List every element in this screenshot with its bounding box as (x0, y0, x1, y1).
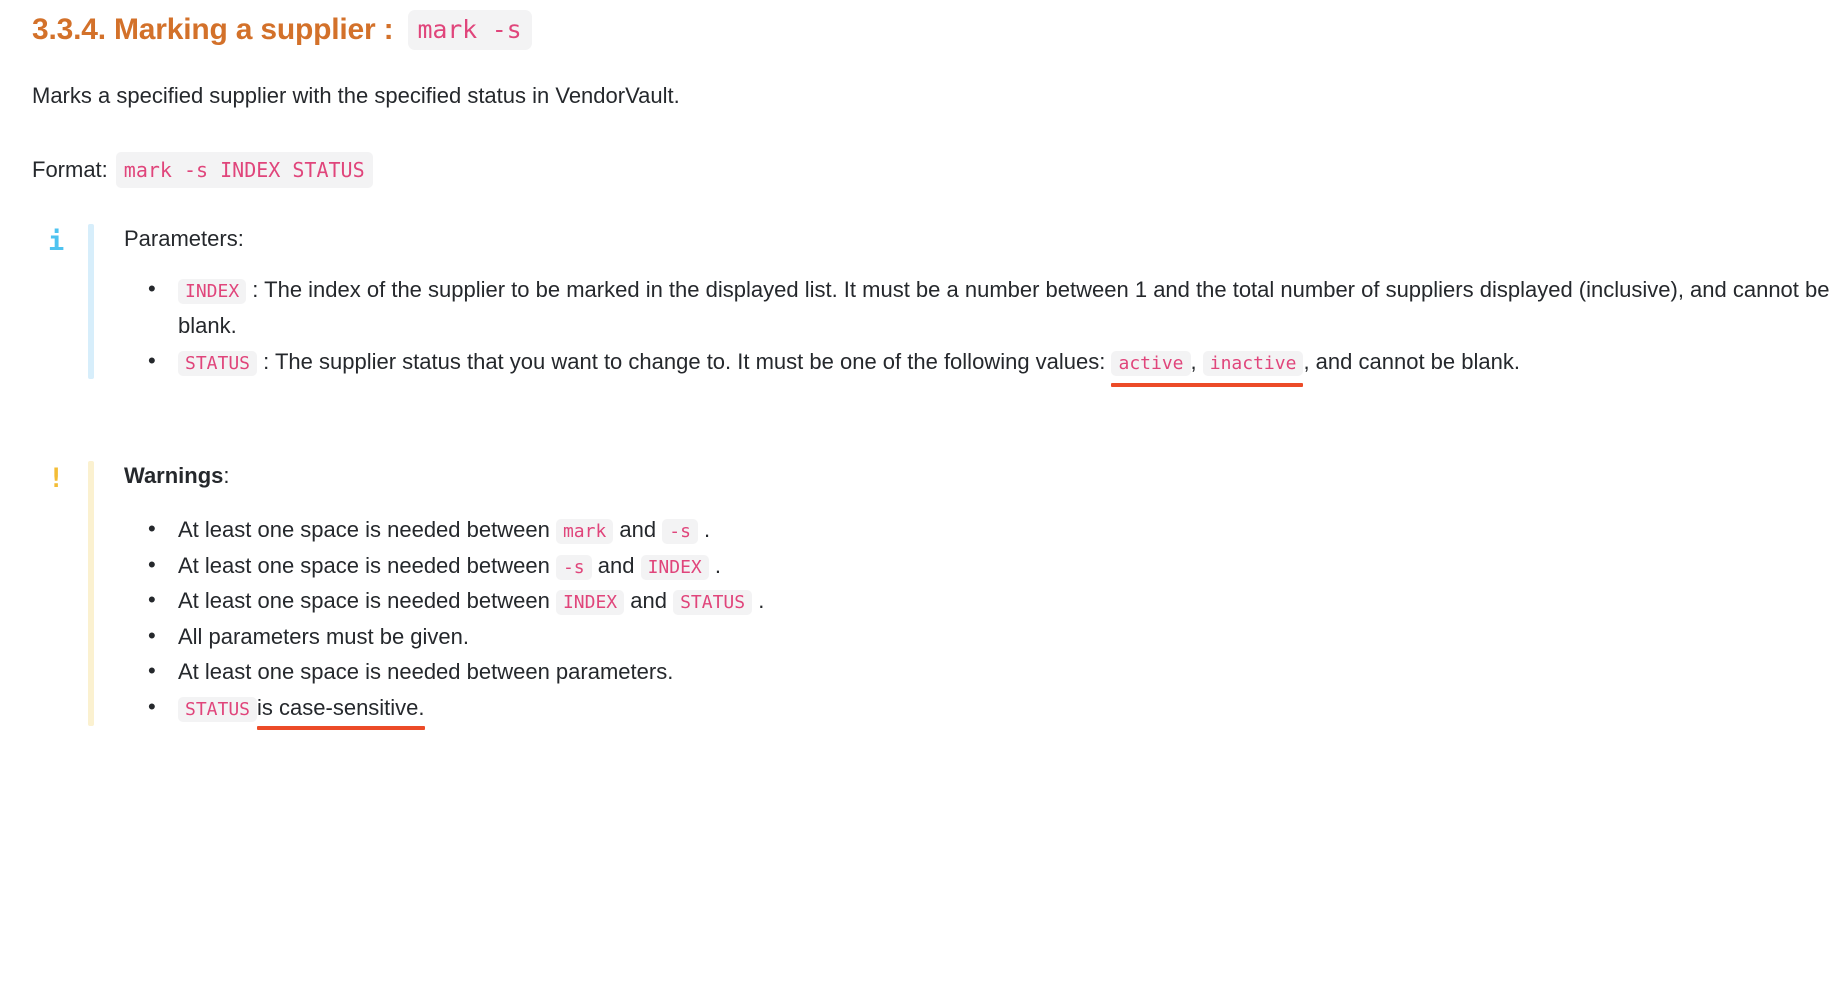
warn-1-code-2: -s (662, 518, 698, 544)
warn-3-mid: and (624, 588, 674, 614)
format-code: mark -s INDEX STATUS (115, 151, 373, 188)
warn-2-suffix: . (708, 552, 721, 578)
list-item: STATUS is case-sensitive. (148, 689, 1846, 730)
value-separator: , (1190, 348, 1203, 374)
warn-2-mid: and (591, 552, 641, 578)
list-item: At least one space is needed between par… (148, 653, 1846, 690)
param-status-code: STATUS (178, 350, 258, 376)
page-title: 3.3.4. Marking a supplier : mark -s (0, 0, 1846, 51)
parameters-callout: i Parameters: INDEX : The index of the s… (0, 223, 1846, 387)
warning-callout-body: Warnings: At least one space is needed b… (94, 461, 1846, 730)
list-item: All parameters must be given. (148, 618, 1846, 655)
parameters-title: Parameters: (124, 225, 244, 251)
param-status-desc-2: , and cannot be blank. (1303, 348, 1520, 374)
warnings-title: Warnings: (124, 461, 1846, 492)
warn-3-suffix: . (752, 588, 765, 614)
list-item: At least one space is needed between mar… (148, 511, 1846, 548)
param-status-colon: : (257, 348, 275, 374)
list-item: At least one space is needed between -s … (148, 547, 1846, 584)
info-callout-body: Parameters: INDEX : The index of the sup… (94, 224, 1846, 387)
heading-inline-code: mark -s (407, 10, 532, 51)
document-page: 3.3.4. Marking a supplier : mark -s Mark… (0, 0, 1846, 992)
warnings-title-strong: Warnings (124, 463, 224, 489)
list-item: STATUS : The supplier status that you wa… (148, 343, 1846, 387)
warn-5-text: At least one space is needed between par… (178, 659, 674, 685)
warnings-list: At least one space is needed between mar… (124, 511, 1846, 730)
info-icon: i (48, 225, 65, 257)
warn-4-text: All parameters must be given. (178, 623, 470, 649)
param-status-desc-1: The supplier status that you want to cha… (274, 348, 1112, 374)
warn-3-code-1: INDEX (555, 590, 625, 616)
warn-2-prefix: At least one space is needed between (178, 552, 556, 578)
description-paragraph: Marks a specified supplier with the spec… (32, 82, 680, 108)
format-label: Format: (32, 157, 108, 182)
value-active-code: active (1111, 350, 1191, 376)
list-item: At least one space is needed between IND… (148, 582, 1846, 619)
allowed-values-annotation: active, inactive (1111, 344, 1304, 387)
format-line: Format: mark -s INDEX STATUS (0, 112, 1846, 188)
parameters-list: INDEX : The index of the supplier to be … (124, 271, 1846, 387)
warn-1-prefix: At least one space is needed between (178, 516, 556, 542)
param-index-colon: : (246, 277, 265, 303)
warn-3-code-2: STATUS (673, 590, 753, 616)
warn-1-code-1: mark (555, 518, 614, 544)
warn-1-mid: and (613, 516, 663, 542)
warn-6-code: STATUS (178, 697, 258, 723)
warn-2-code-2: INDEX (640, 554, 709, 580)
warn-3-prefix: At least one space is needed between (178, 588, 556, 614)
value-inactive-code: inactive (1202, 350, 1304, 376)
param-index-code: INDEX (178, 279, 247, 305)
warning-icon: ! (48, 463, 65, 495)
case-sensitive-annotation: is case-sensitive. (257, 690, 425, 730)
warn-2-code-1: -s (555, 554, 592, 580)
list-item: INDEX : The index of the supplier to be … (148, 271, 1846, 343)
page-title-text: 3.3.4. Marking a supplier : (32, 13, 402, 46)
warnings-callout: ! Warnings: At least one space is needed… (0, 461, 1846, 730)
param-index-desc: The index of the supplier to be marked i… (178, 277, 1830, 338)
warnings-title-suffix: : (223, 463, 230, 489)
warn-1-suffix: . (697, 516, 711, 542)
